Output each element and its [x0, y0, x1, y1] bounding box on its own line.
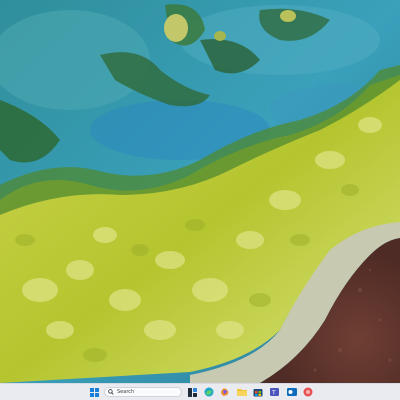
svg-text:T: T — [271, 390, 276, 397]
taskbar: Search T — [0, 383, 400, 400]
edge-browser-icon[interactable] — [203, 386, 215, 398]
skype-icon[interactable] — [302, 386, 314, 398]
search-icon — [108, 389, 114, 395]
store-icon[interactable] — [252, 386, 264, 398]
outlook-icon[interactable] — [286, 386, 298, 398]
folder-icon[interactable] — [236, 386, 248, 398]
search-input[interactable]: Search — [104, 387, 182, 397]
search-placeholder: Search — [117, 388, 135, 395]
windows-start-icon[interactable] — [88, 386, 100, 398]
copilot-icon[interactable] — [219, 386, 231, 398]
teams-icon[interactable]: T — [269, 386, 281, 398]
widgets-icon[interactable] — [186, 386, 198, 398]
aerial-landscape-wallpaper — [0, 0, 400, 383]
desktop — [0, 0, 400, 383]
